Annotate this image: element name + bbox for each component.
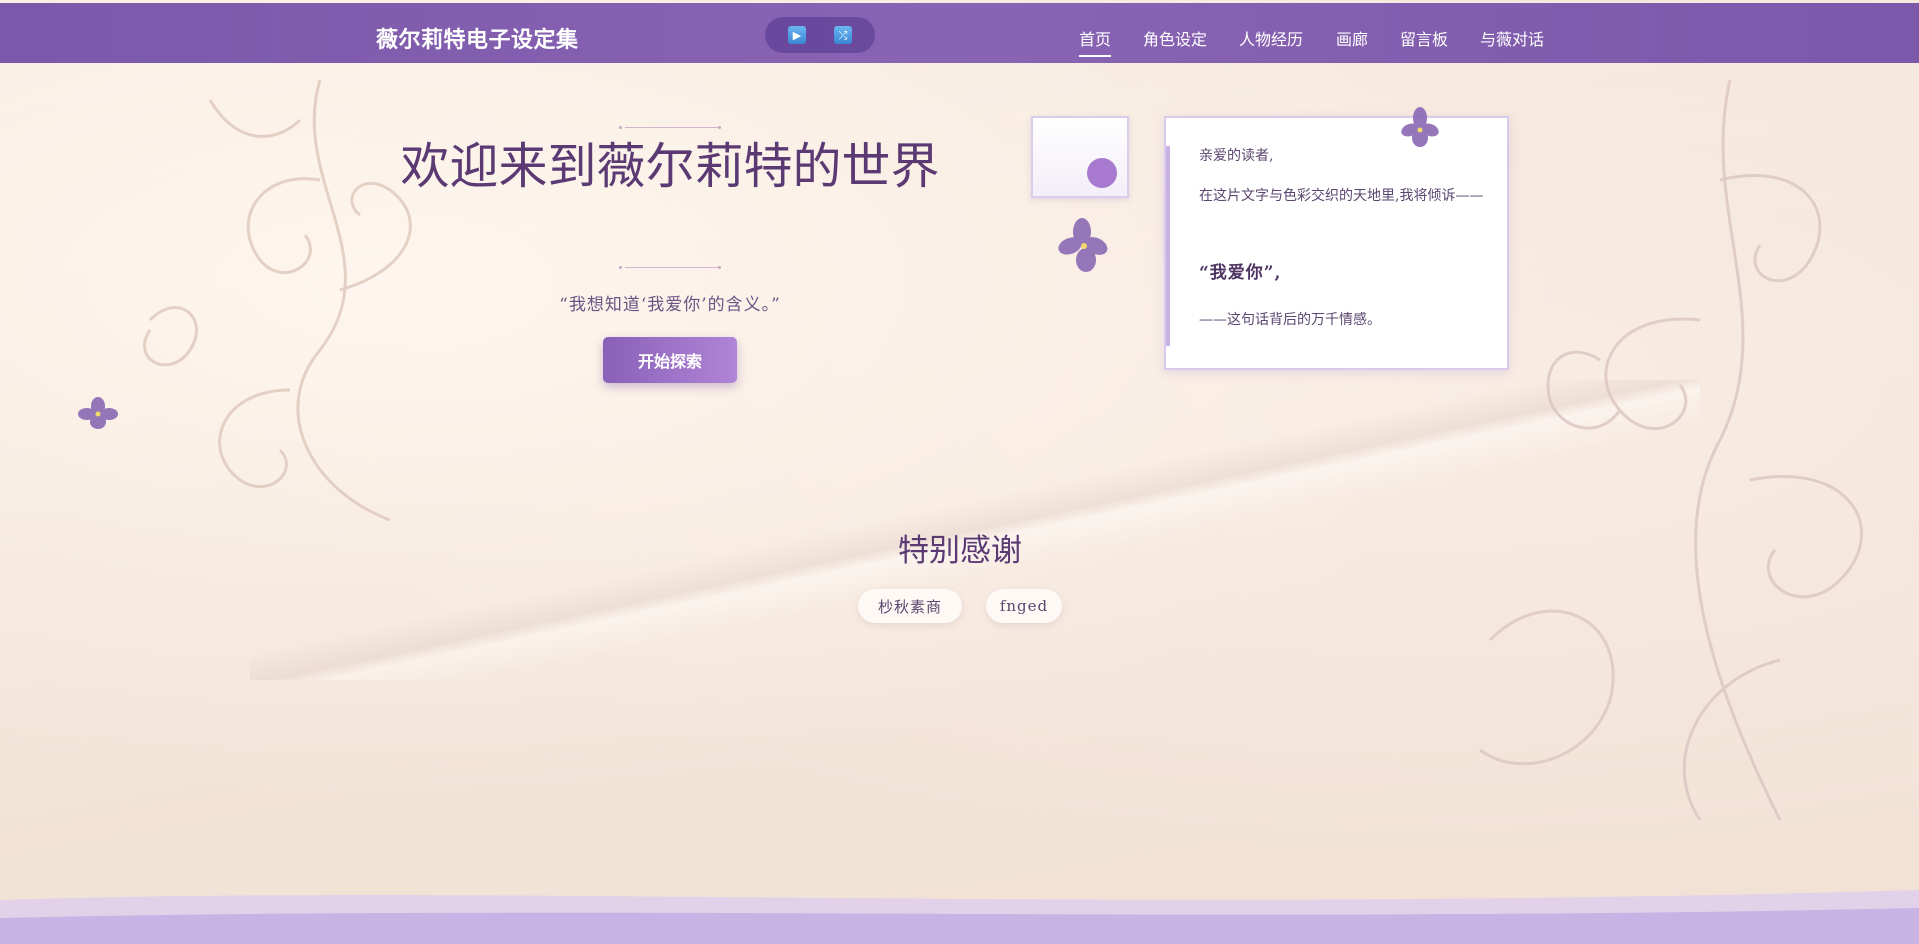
shuffle-button[interactable]: ⤮ xyxy=(834,26,852,44)
nav-chat-with-violet[interactable]: 与薇对话 xyxy=(1480,26,1544,50)
thanks-chip: 杪秋素商 xyxy=(858,589,962,623)
start-explore-button[interactable]: 开始探索 xyxy=(603,337,737,383)
shuffle-icon: ⤮ xyxy=(838,28,848,42)
hero-title: 欢迎来到薇尔莉特的世界 xyxy=(400,138,940,195)
rule-dot xyxy=(619,126,622,129)
nav-gallery[interactable]: 画廊 xyxy=(1336,26,1368,50)
violet-flower-icon xyxy=(1058,218,1108,272)
rule-dot xyxy=(619,266,622,269)
envelope-card[interactable] xyxy=(1031,116,1129,198)
nav-character-settings[interactable]: 角色设定 xyxy=(1143,26,1207,50)
nav-message-board[interactable]: 留言板 xyxy=(1400,26,1448,50)
bottom-wave xyxy=(0,890,1919,944)
nav-home[interactable]: 首页 xyxy=(1079,26,1112,57)
play-icon: ▶ xyxy=(792,28,802,42)
letter-greeting: 亲爱的读者, xyxy=(1199,148,1274,164)
letter-body: 在这片文字与色彩交织的天地里,我将倾诉—— xyxy=(1199,188,1484,204)
play-button[interactable]: ▶ xyxy=(788,26,806,44)
letter-accent-bar xyxy=(1166,146,1170,346)
letter-card: 亲爱的读者, 在这片文字与色彩交织的天地里,我将倾诉—— “我爱你”, ——这句… xyxy=(1164,116,1509,370)
wax-seal-icon xyxy=(1087,158,1117,188)
letter-emphasis: “我爱你”, xyxy=(1199,263,1282,283)
site-title[interactable]: 薇尔莉特电子设定集 xyxy=(376,22,579,54)
nav-character-history[interactable]: 人物经历 xyxy=(1239,26,1303,50)
rule-dot xyxy=(718,266,721,269)
title-bottom-rule xyxy=(625,267,721,268)
violet-flower-icon xyxy=(78,397,118,429)
violet-flower-icon xyxy=(1401,107,1439,147)
thanks-chip: fnged xyxy=(986,589,1062,623)
rule-dot xyxy=(718,126,721,129)
top-navbar: 薇尔莉特电子设定集 ▶ ⤮ 首页 角色设定 人物经历 画廊 留言板 与薇对话 xyxy=(0,3,1919,63)
title-top-rule xyxy=(625,127,721,128)
hero-quote: “我想知道‘我爱你’的含义。” xyxy=(559,295,781,315)
music-player: ▶ ⤮ xyxy=(765,17,875,53)
special-thanks-title: 特别感谢 xyxy=(898,533,1022,569)
letter-closing: ——这句话背后的万千情感。 xyxy=(1199,312,1381,328)
